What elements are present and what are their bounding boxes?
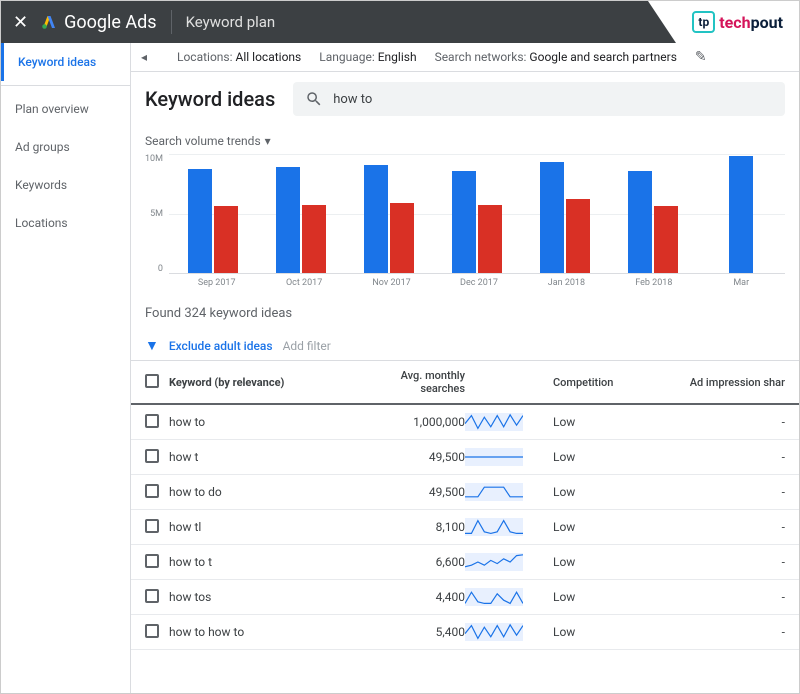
- col-avg[interactable]: Avg. monthly searches: [375, 369, 465, 395]
- sparkline: [465, 623, 523, 641]
- keyword-cell: how to t: [169, 555, 375, 569]
- filter-language[interactable]: Language: English: [319, 50, 416, 64]
- avg-cell: 4,400: [375, 590, 465, 604]
- table-row[interactable]: how t49,500 Low-: [131, 440, 799, 475]
- sparkline: [465, 553, 523, 571]
- row-checkbox[interactable]: [145, 589, 159, 603]
- impression-cell: -: [645, 450, 785, 464]
- competition-cell: Low: [535, 555, 645, 569]
- search-input[interactable]: how to: [293, 82, 785, 116]
- bar[interactable]: [364, 165, 388, 273]
- competition-cell: Low: [535, 450, 645, 464]
- row-checkbox[interactable]: [145, 519, 159, 533]
- bar[interactable]: [478, 205, 502, 273]
- bar[interactable]: [452, 171, 476, 273]
- google-ads-logo: Google Ads: [40, 12, 156, 33]
- filter-networks[interactable]: Search networks: Google and search partn…: [435, 50, 677, 64]
- bar[interactable]: [540, 162, 564, 273]
- chevron-left-icon[interactable]: ◂: [141, 50, 159, 64]
- table-row[interactable]: how to how to5,400 Low-: [131, 615, 799, 650]
- bar[interactable]: [214, 206, 238, 273]
- col-keyword[interactable]: Keyword (by relevance): [169, 376, 375, 389]
- bar[interactable]: [276, 167, 300, 273]
- exclude-adult-link[interactable]: Exclude adult ideas: [169, 339, 273, 353]
- col-competition[interactable]: Competition: [535, 376, 645, 389]
- sparkline: [465, 588, 523, 606]
- bar[interactable]: [729, 156, 753, 273]
- row-checkbox[interactable]: [145, 414, 159, 428]
- bar[interactable]: [566, 199, 590, 273]
- sidebar-item-ad-groups[interactable]: Ad groups: [1, 128, 130, 166]
- keyword-cell: how to how to: [169, 625, 375, 639]
- keyword-cell: how to: [169, 415, 375, 429]
- avg-cell: 6,600: [375, 555, 465, 569]
- bar[interactable]: [628, 171, 652, 273]
- funnel-icon[interactable]: ▼: [145, 337, 159, 354]
- bar[interactable]: [654, 206, 678, 273]
- search-icon: [305, 90, 323, 108]
- found-count: Found 324 keyword ideas: [131, 292, 799, 331]
- competition-cell: Low: [535, 590, 645, 604]
- impression-cell: -: [645, 555, 785, 569]
- table-row[interactable]: how tl8,100 Low-: [131, 510, 799, 545]
- impression-cell: -: [645, 520, 785, 534]
- table-header: Keyword (by relevance) Avg. monthly sear…: [131, 361, 799, 405]
- add-filter-button[interactable]: Add filter: [283, 339, 331, 353]
- avg-cell: 49,500: [375, 450, 465, 464]
- impression-cell: -: [645, 415, 785, 429]
- sidebar-item-keyword-ideas[interactable]: Keyword ideas: [1, 43, 130, 81]
- avg-cell: 1,000,000: [375, 415, 465, 429]
- pencil-icon[interactable]: ✎: [695, 49, 707, 65]
- sparkline: [465, 413, 523, 431]
- sidebar: Keyword ideas Plan overviewAd groupsKeywo…: [1, 43, 131, 693]
- competition-cell: Low: [535, 415, 645, 429]
- avg-cell: 5,400: [375, 625, 465, 639]
- keyword-cell: how tl: [169, 520, 375, 534]
- heading: Keyword ideas: [145, 87, 275, 111]
- impression-cell: -: [645, 590, 785, 604]
- sparkline: [465, 483, 523, 501]
- chart-dropdown[interactable]: Search volume trends ▾: [145, 134, 785, 148]
- chevron-down-icon: ▾: [265, 134, 271, 148]
- keyword-cell: how to do: [169, 485, 375, 499]
- bar[interactable]: [188, 169, 212, 273]
- top-bar: ✕ Google Ads Keyword plan tp techpout: [1, 1, 799, 43]
- bar[interactable]: [302, 205, 326, 273]
- avg-cell: 49,500: [375, 485, 465, 499]
- table-row[interactable]: how to do49,500 Low-: [131, 475, 799, 510]
- table-row[interactable]: how to t6,600 Low-: [131, 545, 799, 580]
- watermark-badge: tp techpout: [676, 1, 799, 43]
- product-name: Google Ads: [64, 12, 156, 33]
- sparkline: [465, 518, 523, 536]
- filter-bar: ◂ Locations: All locations Language: Eng…: [131, 43, 799, 72]
- row-checkbox[interactable]: [145, 484, 159, 498]
- row-checkbox[interactable]: [145, 554, 159, 568]
- avg-cell: 8,100: [375, 520, 465, 534]
- search-value: how to: [333, 92, 372, 107]
- bar[interactable]: [390, 203, 414, 273]
- chart: 10M5M0: [145, 154, 785, 274]
- row-checkbox[interactable]: [145, 624, 159, 638]
- sidebar-item-locations[interactable]: Locations: [1, 204, 130, 242]
- page-title: Keyword plan: [186, 13, 276, 31]
- impression-cell: -: [645, 485, 785, 499]
- col-impression[interactable]: Ad impression shar: [645, 376, 785, 389]
- sparkline: [465, 448, 523, 466]
- select-all-checkbox[interactable]: [145, 374, 159, 388]
- competition-cell: Low: [535, 485, 645, 499]
- impression-cell: -: [645, 625, 785, 639]
- ads-icon: [40, 13, 58, 31]
- close-icon[interactable]: ✕: [13, 12, 28, 33]
- competition-cell: Low: [535, 625, 645, 639]
- table-row[interactable]: how to1,000,000 Low-: [131, 405, 799, 440]
- filter-locations[interactable]: Locations: All locations: [177, 50, 301, 64]
- competition-cell: Low: [535, 520, 645, 534]
- keyword-cell: how t: [169, 450, 375, 464]
- sidebar-item-plan-overview[interactable]: Plan overview: [1, 90, 130, 128]
- keyword-cell: how tos: [169, 590, 375, 604]
- sidebar-item-keywords[interactable]: Keywords: [1, 166, 130, 204]
- table-row[interactable]: how tos4,400 Low-: [131, 580, 799, 615]
- row-checkbox[interactable]: [145, 449, 159, 463]
